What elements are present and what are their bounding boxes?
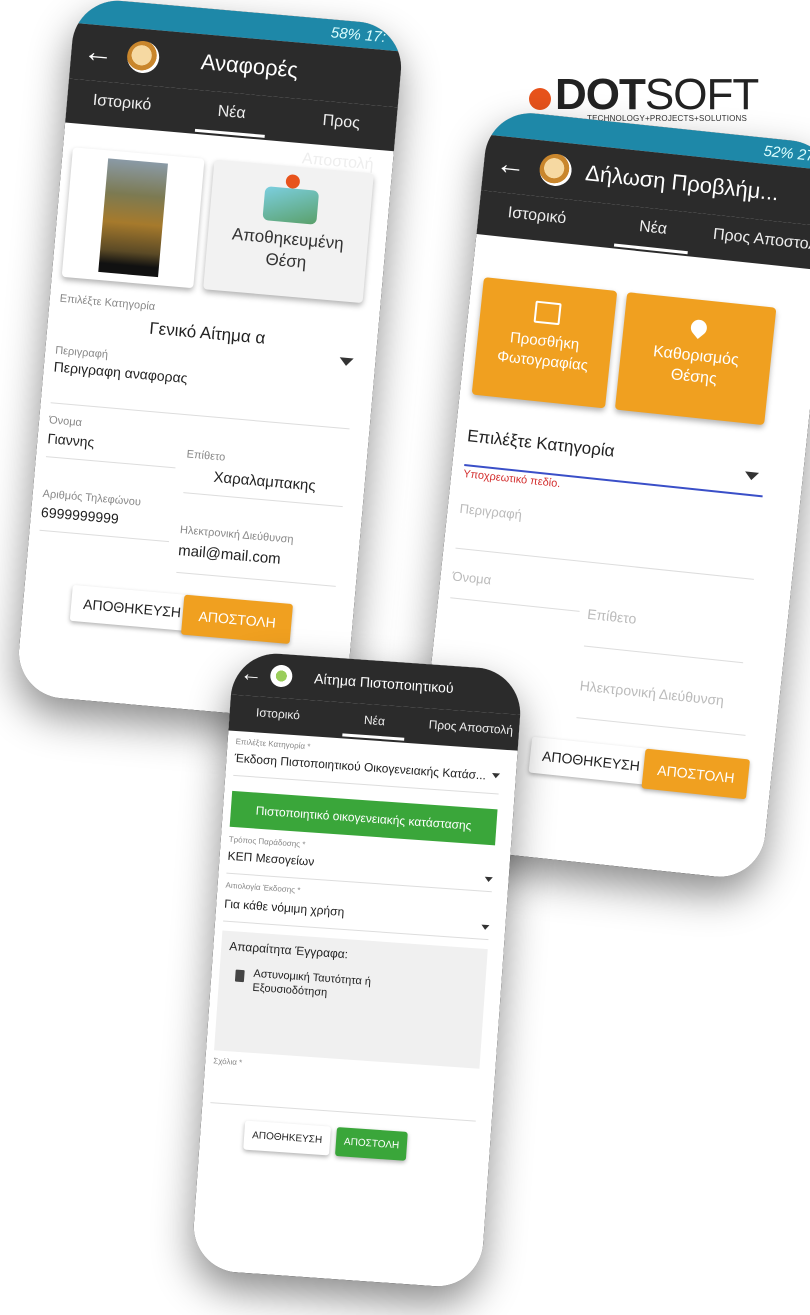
logo-dot-icon [529, 88, 551, 110]
map-pin-icon [262, 173, 320, 225]
comments-label: Σχόλια * [213, 1056, 243, 1068]
description-placeholder: Περιγραφή [458, 500, 523, 523]
photo-thumbnail[interactable] [61, 147, 205, 289]
image-icon [533, 300, 562, 326]
location-pin-icon [687, 316, 711, 340]
tab-outbox[interactable]: Προς Αποστολή [284, 98, 397, 174]
surname-label: Επίθετο [186, 448, 226, 464]
tab-outbox[interactable]: Προς Αποστολή [421, 708, 520, 751]
phone-reports: 58% 17: ← Αναφορές Ιστορικό Νέα Προς Απο… [15, 0, 405, 724]
category-placeholder: Επιλέξτε Κατηγορία [466, 426, 616, 461]
name-label: Όνομα [48, 414, 83, 430]
send-button[interactable]: ΑΠΟΣΤΟΛΗ [334, 1126, 409, 1161]
dropdown-caret-icon [484, 876, 493, 883]
required-doc-item: Αστυνομική Ταυτότητα ή Εξουσιοδότηση [252, 967, 372, 999]
municipality-logo-icon [538, 152, 574, 188]
logo-text-dot: DOT [555, 70, 646, 119]
add-photo-button[interactable]: Προσθήκη Φωτογραφίας [471, 277, 618, 409]
name-field[interactable]: Όνομα [450, 567, 583, 612]
add-photo-label: Προσθήκη Φωτογραφίας [496, 329, 589, 375]
description-value: Περιγραφη αναφορας [53, 358, 189, 387]
reason-value: Για κάθε νόμιμη χρήση [223, 896, 345, 919]
tab-outbox[interactable]: Προς Αποστολή [709, 215, 810, 271]
page-title: Δήλωση Προβλήμ... [584, 160, 780, 206]
category-label: Επιλέξτε Κατηγορία [59, 292, 156, 313]
back-arrow-icon[interactable]: ← [82, 35, 115, 70]
comments-field[interactable] [210, 1068, 479, 1122]
back-arrow-icon[interactable]: ← [240, 660, 264, 686]
photo-image [98, 158, 168, 278]
tab-new[interactable]: Νέα [175, 88, 288, 141]
send-button[interactable]: ΑΠΟΣΤΟΛΗ [180, 594, 294, 645]
page-title: Αίτημα Πιστοποιητικού [313, 670, 455, 697]
description-field[interactable]: Περιγραφη αναφορας [50, 358, 354, 430]
page-title: Αναφορές [199, 49, 300, 83]
status-text: 58% 17: [330, 23, 387, 46]
email-field[interactable]: Ηλεκτρονική Διεύθυνση [576, 677, 750, 736]
status-text: 52% 27: [762, 142, 810, 165]
set-location-label: Καθορισμός Θέσης [652, 343, 740, 388]
surname-field[interactable]: Επίθετο [583, 605, 748, 664]
email-field[interactable]: mail@mail.com [176, 541, 339, 587]
category-select[interactable]: Επιλέξτε Κατηγορία [464, 426, 767, 498]
saved-location-button[interactable]: Αποθηκευμένη Θέση [203, 159, 374, 304]
municipality-logo-icon [269, 664, 294, 688]
category-select[interactable]: Έκδοση Πιστοποιητικού Οικογενειακής Κατά… [233, 748, 501, 795]
tab-history[interactable]: Ιστορικό [65, 79, 178, 132]
save-button[interactable]: ΑΠΟΘΗΚΕΥΣΗ [243, 1120, 332, 1156]
logo-text-soft: SOFT [644, 70, 759, 119]
name-value: Γιαννης [46, 430, 95, 451]
phone-field[interactable]: 6999999999 [39, 503, 172, 543]
set-location-button[interactable]: Καθορισμός Θέσης [614, 292, 777, 426]
surname-field[interactable]: Χαραλαμπακης [183, 466, 346, 508]
description-field[interactable]: Περιγραφή [455, 499, 759, 580]
tab-new[interactable]: Νέα [325, 701, 424, 744]
name-field[interactable]: Γιαννης [45, 430, 178, 469]
dropdown-caret-icon [744, 471, 760, 481]
required-docs-panel: Απαραίτητα Έγγραφα: Αστυνομική Ταυτότητα… [214, 930, 488, 1069]
dropdown-caret-icon [481, 924, 490, 931]
phone-certificate-request: ← Αίτημα Πιστοποιητικού Ιστορικό Νέα Προ… [190, 650, 524, 1290]
reason-label: Αιτιολογία Έκδοσης * [225, 880, 301, 895]
document-icon [234, 969, 245, 983]
dropdown-caret-icon [339, 357, 354, 367]
category-value: Έκδοση Πιστοποιητικού Οικογενειακής Κατά… [234, 750, 487, 783]
saved-location-label: Αποθηκευμένη Θέση [231, 224, 345, 272]
name-placeholder: Όνομα [451, 568, 492, 588]
send-button[interactable]: ΑΠΟΣΤΟΛΗ [641, 748, 751, 800]
tab-history[interactable]: Ιστορικό [228, 695, 327, 738]
surname-value: Χαραλαμπακης [212, 468, 317, 495]
save-button[interactable]: ΑΠΟΘΗΚΕΥΣΗ [528, 736, 654, 786]
phone-value: 6999999999 [40, 503, 120, 527]
email-placeholder: Ηλεκτρονική Διεύθυνση [579, 677, 725, 709]
dropdown-caret-icon [491, 772, 501, 779]
back-arrow-icon[interactable]: ← [494, 147, 527, 183]
email-value: mail@mail.com [177, 541, 282, 568]
surname-placeholder: Επίθετο [586, 605, 638, 627]
delivery-value: ΚΕΠ Μεσογείων [227, 848, 315, 869]
save-button[interactable]: ΑΠΟΘΗΚΕΥΣΗ [69, 584, 195, 632]
category-value: Γενικό Αίτημα α [148, 318, 267, 348]
municipality-logo-icon [125, 39, 161, 75]
